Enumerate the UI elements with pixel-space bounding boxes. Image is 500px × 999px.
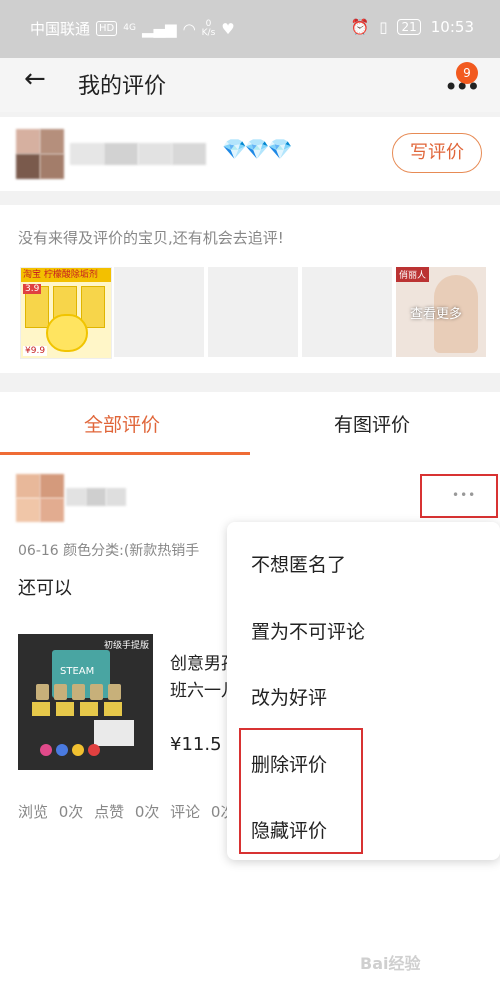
reviewer-avatar [16,474,64,522]
cup-image [54,684,67,700]
clock: 10:53 [430,18,474,36]
vibrate-icon: ▯ [379,18,388,36]
card-image [104,702,122,716]
notification-badge: 9 [456,62,478,84]
tab-photo-reviews[interactable]: 有图评价 [334,410,410,437]
pending-item-placeholder[interactable] [302,267,392,357]
username-blurred [70,143,206,165]
avatar[interactable] [16,129,64,179]
pending-review-card: 没有来得及评价的宝贝,还有机会去追评! 淘宝 柠檬酸除垢剂 3.9 ¥9.9 俏… [0,205,500,373]
view-more-label: 查看更多 [410,307,463,322]
balloon-image [72,744,84,756]
pending-review-prompt: 没有来得及评价的宝贝,还有机会去追评! [18,229,284,247]
write-review-button[interactable]: 写评价 [392,133,482,173]
hd-indicator: HD [96,21,118,36]
view-more-thumbnail[interactable]: 俏丽人 查看更多 [396,267,486,357]
menu-item-hide-review[interactable]: 隐藏评价 [251,816,327,843]
card-image [80,702,98,716]
back-arrow-icon[interactable]: ← [24,64,46,94]
cup-image [90,684,103,700]
lemon-image [46,314,88,352]
cup-image [108,684,121,700]
product-image-label: 初级手提版 [103,641,149,651]
review-text: 还可以 [18,578,72,599]
battery-level: 21 [397,19,421,35]
vip-diamond-icon: 💎💎💎 [222,137,293,161]
thumbnail-price: ¥9.9 [23,346,48,356]
balloon-image [88,744,100,756]
heart-icon: ♥ [221,19,235,38]
review-more-button[interactable]: ••• [420,474,498,518]
page-title: 我的评价 [78,74,167,99]
balloon-image [56,744,68,756]
menu-item-delete-review[interactable]: 删除评价 [251,750,327,777]
review-meta: 06-16 颜色分类:(新款热销手 [18,543,200,559]
product-price: ¥11.5 [170,734,222,755]
signal-icon: ▂▄▆ [141,19,177,38]
active-tab-indicator [0,452,250,455]
pending-item-thumbnail[interactable]: 淘宝 柠檬酸除垢剂 3.9 ¥9.9 [20,267,112,359]
profile-card: 💎💎💎 写评价 [0,117,500,191]
reviewer-name-blurred [66,488,126,506]
review-stats: 浏览 0次 点赞 0次 评论 0次 [18,803,236,821]
card-image [32,702,50,716]
more-menu-button[interactable]: ••• 9 [438,62,481,101]
menu-item-unanonymize[interactable]: 不想匿名了 [251,550,346,577]
tab-all-reviews[interactable]: 全部评价 [84,410,160,437]
status-bar: 中国联通 HD 4G ▂▄▆ ◠ 0 K/s ♥ ⏰ ▯ 21 10:53 [0,0,500,58]
balloon-image [40,744,52,756]
pending-item-placeholder[interactable] [208,267,298,357]
alarm-icon: ⏰ [350,18,370,36]
review-options-menu: 不想匿名了 置为不可评论 改为好评 删除评价 隐藏评价 [227,522,500,860]
kit-box-label: STEAM [60,666,95,677]
card-image [56,702,74,716]
network-type: 4G [123,23,136,33]
watermark: Bai经验 [360,954,421,973]
carrier-name: 中国联通 [30,20,91,38]
more-dots-icon: ••• [452,488,477,502]
wifi-icon: ◠ [182,19,196,38]
promo-tag: 3.9 [23,284,42,294]
cup-image [36,684,49,700]
cup-image [72,684,85,700]
product-brand-label: 淘宝 柠檬酸除垢剂 [21,268,111,282]
product-image[interactable]: 初级手提版 STEAM [18,634,153,770]
nav-bar: ← 我的评价 ••• 9 [0,58,500,112]
review-tabs: 全部评价 有图评价 [0,392,500,456]
pending-item-placeholder[interactable] [114,267,204,357]
menu-item-disable-comments[interactable]: 置为不可评论 [251,617,365,644]
more-dots-icon: ••• [444,73,481,101]
menu-item-change-to-positive[interactable]: 改为好评 [251,683,327,710]
instruction-sheet [94,720,134,746]
speed-indicator: 0 K/s [201,18,216,38]
brand-tag: 俏丽人 [396,267,430,282]
